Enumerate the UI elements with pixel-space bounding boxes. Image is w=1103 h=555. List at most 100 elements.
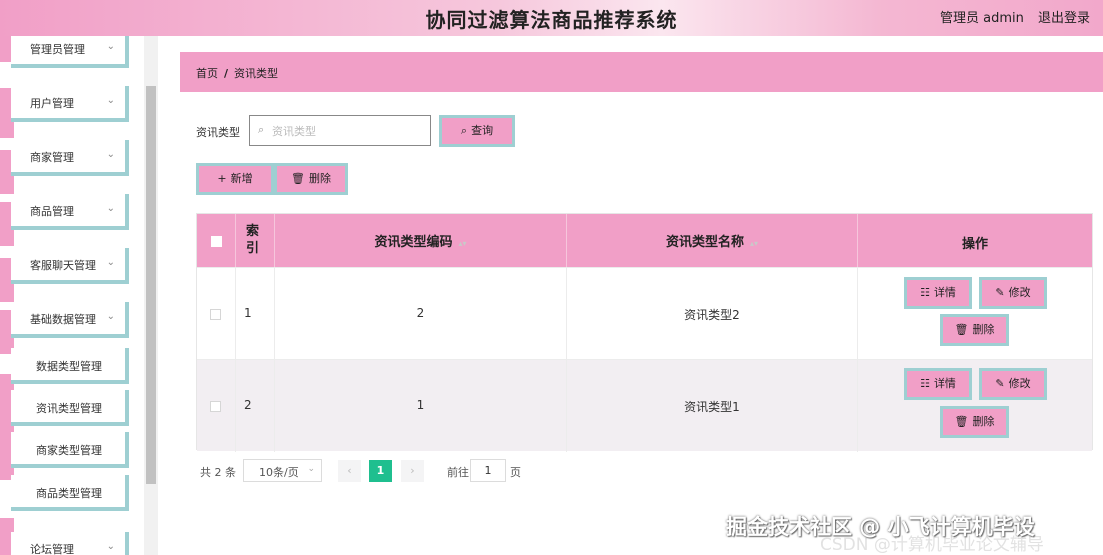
sidebar-subitem-label: 商家类型管理 bbox=[36, 444, 102, 457]
cell-code-text: 2 bbox=[416, 306, 425, 320]
breadcrumb-trail: 首页 / 资讯类型 bbox=[196, 65, 278, 81]
cell-code: 2 bbox=[275, 268, 567, 360]
chevron-down-icon: ⌄ bbox=[106, 257, 115, 268]
sidebar-subitem-data-type-management[interactable]: 数据类型管理 bbox=[11, 348, 129, 384]
search-button[interactable]: ⌕ 查询 bbox=[439, 115, 515, 147]
column-header-text: 资讯类型编码 ▴▾ bbox=[275, 231, 566, 250]
sidebar-item-basic-data-management[interactable]: 基础数据管理 ⌄ bbox=[11, 302, 129, 338]
chevron-down-icon: ⌄ bbox=[106, 203, 115, 214]
breadcrumb: 首页 / 资讯类型 bbox=[180, 52, 1103, 92]
sidebar-item-user-management[interactable]: 用户管理 ⌄ bbox=[11, 86, 129, 122]
sidebar-item-label: 用户管理 bbox=[30, 97, 74, 110]
cell-index: 1 bbox=[236, 268, 275, 360]
next-page-button[interactable]: › bbox=[401, 460, 424, 482]
row-checkbox[interactable] bbox=[210, 309, 221, 320]
search-button-label: 查询 bbox=[471, 124, 494, 137]
table-header: 索引 资讯类型编码 ▴▾ 资讯类型名称 ▴▾ 操作 bbox=[197, 214, 1092, 267]
search-field[interactable]: ⌕ bbox=[249, 115, 431, 146]
sidebar-item-merchant-management[interactable]: 商家管理 ⌄ bbox=[11, 140, 129, 176]
column-header-name[interactable]: 资讯类型名称 ▴▾ bbox=[567, 214, 858, 267]
chevron-right-icon: › bbox=[410, 464, 415, 477]
select-all-checkbox[interactable] bbox=[211, 236, 222, 247]
sidebar: 管理员管理 ⌄ 用户管理 ⌄ 商家管理 ⌄ 商品管理 ⌄ 客服聊天管理 ⌄ 基础… bbox=[0, 36, 158, 555]
cell-index-text: 1 bbox=[244, 306, 252, 320]
page-size-value: 10条/页 bbox=[259, 466, 299, 479]
sidebar-item-label: 管理员管理 bbox=[30, 43, 85, 56]
row-delete-button-label: 删除 bbox=[972, 323, 995, 336]
chevron-down-icon: ⌄ bbox=[106, 311, 115, 322]
edit-button-label: 修改 bbox=[1008, 286, 1031, 299]
sidebar-subitem-merchant-type-management[interactable]: 商家类型管理 bbox=[11, 432, 129, 468]
column-header-text: 资讯类型名称 ▴▾ bbox=[567, 231, 857, 250]
page-number-current[interactable]: 1 bbox=[369, 460, 392, 482]
row-delete-button[interactable]: 🗑︎ 删除 bbox=[940, 314, 1009, 346]
sidebar-item-forum-management[interactable]: 论坛管理 ⌄ bbox=[11, 532, 129, 555]
edit-button[interactable]: ✎ 修改 bbox=[979, 277, 1047, 309]
edit-button[interactable]: ✎ 修改 bbox=[979, 368, 1047, 400]
sort-icon[interactable]: ▴▾ bbox=[750, 239, 758, 248]
sort-icon[interactable]: ▴▾ bbox=[458, 239, 466, 248]
chevron-down-icon: ⌄ bbox=[106, 95, 115, 106]
cell-code-text: 1 bbox=[416, 398, 425, 412]
filter-label: 资讯类型 bbox=[196, 126, 240, 139]
detail-button[interactable]: ☷ 详情 bbox=[904, 277, 972, 309]
column-header-label: 资讯类型名称 bbox=[665, 235, 744, 250]
trash-icon: 🗑︎ bbox=[954, 323, 969, 336]
sidebar-subitem-label: 资讯类型管理 bbox=[36, 402, 102, 415]
chevron-down-icon: ⌄ bbox=[106, 541, 115, 552]
sidebar-item-customer-chat-management[interactable]: 客服聊天管理 ⌄ bbox=[11, 248, 129, 284]
detail-button[interactable]: ☷ 详情 bbox=[904, 368, 972, 400]
document-icon: ☷ bbox=[920, 286, 930, 299]
search-icon: ⌕ bbox=[460, 124, 468, 137]
logout-link[interactable]: 退出登录 bbox=[1038, 7, 1090, 26]
trash-icon: 🗑︎ bbox=[954, 415, 969, 428]
chevron-left-icon: ‹ bbox=[347, 464, 352, 477]
sidebar-item-label: 商家管理 bbox=[30, 151, 74, 164]
column-header-label: 资讯类型编码 bbox=[374, 235, 453, 250]
row-delete-button-label: 删除 bbox=[972, 415, 995, 428]
cell-name-text: 资讯类型2 bbox=[684, 308, 740, 322]
page-unit-label: 页 bbox=[510, 466, 521, 479]
chevron-down-icon: ⌄ bbox=[307, 464, 315, 474]
add-button[interactable]: + 新增 bbox=[196, 163, 274, 195]
sidebar-item-admin-management[interactable]: 管理员管理 ⌄ bbox=[11, 36, 129, 68]
document-icon: ☷ bbox=[920, 377, 930, 390]
cell-name-text: 资讯类型1 bbox=[684, 400, 740, 414]
sidebar-subitem-product-type-management[interactable]: 商品类型管理 bbox=[11, 475, 129, 511]
page-size-select[interactable]: 10条/页 ⌄ bbox=[243, 459, 322, 482]
sidebar-item-product-management[interactable]: 商品管理 ⌄ bbox=[11, 194, 129, 230]
sidebar-subitem-label: 商品类型管理 bbox=[36, 487, 102, 500]
header-checkbox-cell bbox=[197, 214, 236, 267]
cell-index: 2 bbox=[236, 360, 275, 452]
row-checkbox[interactable] bbox=[210, 401, 221, 412]
batch-delete-button[interactable]: 🗑︎ 删除 bbox=[274, 163, 348, 195]
goto-label: 前往 bbox=[447, 466, 469, 479]
detail-button-label: 详情 bbox=[933, 286, 956, 299]
sidebar-subitem-news-type-management[interactable]: 资讯类型管理 bbox=[11, 390, 129, 426]
cell-code: 1 bbox=[275, 360, 567, 452]
watermark-juejin: 掘金技术社区 @ 小飞计算机毕设 bbox=[726, 515, 1035, 539]
breadcrumb-home[interactable]: 首页 bbox=[196, 67, 218, 80]
edit-icon: ✎ bbox=[995, 377, 1005, 390]
breadcrumb-separator: / bbox=[224, 67, 229, 80]
edit-icon: ✎ bbox=[995, 286, 1005, 299]
column-header-label: 操作 bbox=[961, 237, 988, 252]
goto-page-input[interactable] bbox=[470, 459, 506, 482]
column-header-label: 索引 bbox=[246, 224, 260, 256]
chevron-down-icon: ⌄ bbox=[106, 41, 115, 52]
column-header-index[interactable]: 索引 bbox=[236, 214, 275, 267]
cell-index-text: 2 bbox=[244, 398, 252, 412]
search-input[interactable] bbox=[272, 122, 422, 140]
prev-page-button[interactable]: ‹ bbox=[338, 460, 361, 482]
row-checkbox-cell bbox=[197, 360, 236, 452]
top-header: 协同过滤算法商品推荐系统 管理员 admin 退出登录 bbox=[0, 0, 1103, 36]
cell-name: 资讯类型1 bbox=[567, 360, 858, 452]
batch-delete-button-label: 删除 bbox=[308, 172, 331, 185]
sidebar-item-label: 商品管理 bbox=[30, 205, 74, 218]
row-delete-button[interactable]: 🗑︎ 删除 bbox=[940, 406, 1009, 438]
breadcrumb-current: 资讯类型 bbox=[234, 67, 279, 80]
column-header-code[interactable]: 资讯类型编码 ▴▾ bbox=[275, 214, 567, 267]
sidebar-subitem-label: 数据类型管理 bbox=[36, 360, 102, 373]
add-button-label: 新增 bbox=[230, 172, 253, 185]
sidebar-scrollbar-thumb[interactable] bbox=[146, 86, 156, 484]
